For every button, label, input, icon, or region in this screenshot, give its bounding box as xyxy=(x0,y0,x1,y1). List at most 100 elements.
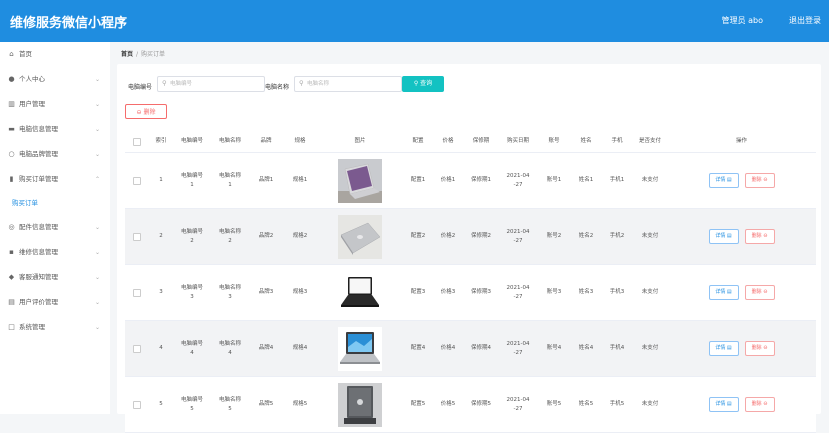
sidebar-item-system[interactable]: □ 系统管理 ⌄ xyxy=(0,315,110,340)
sidebar-item-profile[interactable]: ● 个人中心 ⌄ xyxy=(0,67,110,92)
row-checkbox[interactable] xyxy=(133,400,141,409)
cell-config: 配置1 xyxy=(410,177,426,184)
search-input-code[interactable] xyxy=(170,78,260,90)
cell-actions: 详情 ▤ 删除 ⊖ xyxy=(667,265,816,320)
batch-delete-button[interactable]: ⊖ 删除 xyxy=(125,104,167,119)
sidebar-subitem-purchase-order[interactable]: 购买订单 xyxy=(0,192,110,215)
header-account: 账号 xyxy=(548,138,560,144)
sidebar-item-users[interactable]: ▥ 用户管理 ⌄ xyxy=(0,92,110,117)
cell-price: 价格2 xyxy=(440,233,456,240)
header-actions: 操作 xyxy=(735,138,747,144)
cell-brand: 品牌4 xyxy=(258,345,274,352)
cell-account: 账号1 xyxy=(546,177,562,184)
sidebar-item-parts-info[interactable]: ◎ 配件信息管理 ⌄ xyxy=(0,215,110,240)
sidebar-item-label: 维修信息管理 xyxy=(19,248,58,256)
row-select xyxy=(125,153,149,208)
breadcrumb-home[interactable]: 首页 xyxy=(121,51,133,58)
table-row: 3 电脑编号 3 电脑名称 3 品牌3 规格3 配置3 价格3 保修期3 202… xyxy=(125,265,816,321)
search-icon: ⚲ xyxy=(162,79,167,87)
delete-button[interactable]: 删除 ⊖ xyxy=(744,229,775,244)
sidebar-item-repair-info[interactable]: ▪ 维修信息管理 ⌄ xyxy=(0,240,110,265)
sidebar-item-service-notice[interactable]: ◆ 客服通知管理 ⌄ xyxy=(0,265,110,290)
cell-actions: 详情 ▤ 删除 ⊖ xyxy=(667,153,816,208)
chevron-down-icon: ⌄ xyxy=(94,299,100,306)
header-warranty: 保修期 xyxy=(472,138,490,144)
detail-button[interactable]: 详情 ▤ xyxy=(708,173,739,188)
detail-button[interactable]: 详情 ▤ xyxy=(708,341,739,356)
cell-warranty: 保修期5 xyxy=(471,401,491,408)
header-spec: 规格 xyxy=(294,138,306,144)
content-panel: 电脑编号 ⚲ 电脑名称 ⚲ ⚲ 查询 ⊖ 删除 索引 电脑编号 电脑名称 品牌 … xyxy=(117,64,821,433)
cell-name: 电脑名称 4 xyxy=(218,340,241,356)
chevron-down-icon: ⌄ xyxy=(94,126,100,133)
sidebar-item-label: 电脑信息管理 xyxy=(19,125,58,133)
product-image xyxy=(338,158,382,203)
header-name: 电脑名称 xyxy=(218,138,241,144)
header-phone: 手机 xyxy=(611,138,623,144)
cell-name: 电脑名称 1 xyxy=(218,172,241,188)
row-select xyxy=(125,265,149,320)
delete-button[interactable]: 删除 ⊖ xyxy=(744,341,775,356)
row-checkbox[interactable] xyxy=(133,344,141,353)
header-config: 配置 xyxy=(412,138,424,144)
sidebar-item-computer-brand[interactable]: ○ 电脑品牌管理 ⌄ xyxy=(0,142,110,167)
delete-button[interactable]: 删除 ⊖ xyxy=(744,285,775,300)
table-row: 1 电脑编号 1 电脑名称 1 品牌1 规格1 配置1 价格1 保修期1 202… xyxy=(125,153,816,209)
chevron-down-icon: ⌄ xyxy=(94,76,100,83)
detail-button-label: 详情 xyxy=(715,345,726,351)
detail-button[interactable]: 详情 ▤ xyxy=(708,229,739,244)
search-input-name[interactable] xyxy=(307,78,397,90)
table-row: 2 电脑编号 2 电脑名称 2 品牌2 规格2 配置2 价格2 保修期2 202… xyxy=(125,209,816,265)
cell-brand: 品牌1 xyxy=(258,177,274,184)
cell-spec: 规格5 xyxy=(292,401,308,408)
cell-image xyxy=(317,377,403,432)
cell-warranty: 保修期1 xyxy=(471,177,491,184)
detail-button[interactable]: 详情 ▤ xyxy=(708,285,739,300)
search-button[interactable]: ⚲ 查询 xyxy=(402,76,444,92)
sidebar-item-home[interactable]: ⌂ 首页 xyxy=(0,42,110,67)
row-checkbox[interactable] xyxy=(133,288,141,297)
logout-link[interactable]: 退出登录 xyxy=(789,15,821,26)
cell-person: 姓名5 xyxy=(578,401,594,408)
cell-warranty: 保修期2 xyxy=(471,233,491,240)
header-select-all xyxy=(125,131,149,152)
sidebar-item-purchase-orders[interactable]: ▮ 购买订单管理 ⌃ xyxy=(0,167,110,192)
delete-button[interactable]: 删除 ⊖ xyxy=(744,173,775,188)
breadcrumb-current: 购买订单 xyxy=(141,51,166,58)
chart-icon: ▥ xyxy=(8,100,15,108)
chevron-down-icon: ⌄ xyxy=(94,151,100,158)
sidebar-item-computer-info[interactable]: ▬ 电脑信息管理 ⌄ xyxy=(0,117,110,142)
search-label-code: 电脑编号 xyxy=(128,84,153,91)
minus-circle-icon: ⊖ xyxy=(136,109,142,116)
chevron-down-icon: ⌄ xyxy=(94,274,100,281)
delete-button[interactable]: 删除 ⊖ xyxy=(744,397,775,412)
cell-person: 姓名3 xyxy=(578,289,594,296)
batch-delete-label: 删除 xyxy=(143,109,156,116)
user-icon: ● xyxy=(8,75,15,83)
search-icon: ⚲ xyxy=(299,79,304,87)
bell-icon: ◆ xyxy=(8,273,15,281)
detail-button-label: 详情 xyxy=(715,233,726,239)
detail-button[interactable]: 详情 ▤ xyxy=(708,397,739,412)
header-image: 图片 xyxy=(354,138,366,144)
cell-spec: 规格2 xyxy=(292,233,308,240)
cell-price: 价格4 xyxy=(440,345,456,352)
cell-phone: 手机1 xyxy=(609,177,625,184)
header-price: 价格 xyxy=(442,138,454,144)
cell-phone: 手机5 xyxy=(609,401,625,408)
select-all-checkbox[interactable] xyxy=(133,137,141,146)
sidebar-item-user-review[interactable]: ▤ 用户评价管理 ⌄ xyxy=(0,290,110,315)
row-checkbox[interactable] xyxy=(133,176,141,185)
search-icon: ⚲ xyxy=(413,80,419,87)
cell-actions: 详情 ▤ 删除 ⊖ xyxy=(667,209,816,264)
cell-image xyxy=(317,209,403,264)
cell-person: 姓名2 xyxy=(578,233,594,240)
cell-paid: 未支付 xyxy=(641,233,659,240)
cell-name: 电脑名称 2 xyxy=(218,228,241,244)
product-image xyxy=(338,270,382,315)
bank-icon: ▤ xyxy=(8,298,15,306)
table-row: 4 电脑编号 4 电脑名称 4 品牌4 规格4 配置4 价格4 保修期4 202… xyxy=(125,321,816,377)
cell-person: 姓名1 xyxy=(578,177,594,184)
delete-button-label: 删除 xyxy=(751,289,762,295)
row-checkbox[interactable] xyxy=(133,232,141,241)
